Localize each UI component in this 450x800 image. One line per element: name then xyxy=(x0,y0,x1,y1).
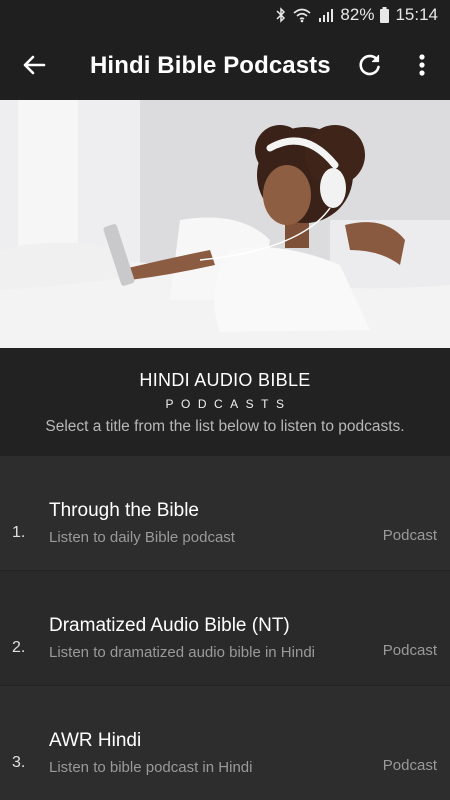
signal-icon xyxy=(318,8,334,22)
list-item-title: Through the Bible xyxy=(49,500,199,521)
header-block: HINDI AUDIO BIBLE PODCASTS Select a titl… xyxy=(0,348,450,456)
status-bar: 82% 15:14 xyxy=(0,0,450,30)
list-item-title: Dramatized Audio Bible (NT) xyxy=(49,615,290,636)
app-bar: Hindi Bible Podcasts xyxy=(0,30,450,100)
battery-percent: 82% xyxy=(340,5,375,24)
clock: 15:14 xyxy=(395,5,438,24)
list-item-tag: Podcast xyxy=(382,757,437,774)
section-subtitle: PODCASTS xyxy=(165,397,292,411)
list-item-subtitle: Listen to bible podcast in Hindi xyxy=(49,759,253,776)
list-item[interactable]: 2. Dramatized Audio Bible (NT) Listen to… xyxy=(0,571,450,686)
wifi-icon xyxy=(292,7,312,23)
podcast-list: 1. Through the Bible Listen to daily Bib… xyxy=(0,456,450,800)
list-item-subtitle: Listen to daily Bible podcast xyxy=(49,529,235,546)
more-vert-icon[interactable] xyxy=(410,51,434,79)
list-item-subtitle: Listen to dramatized audio bible in Hind… xyxy=(49,644,315,661)
section-instruction: Select a title from the list below to li… xyxy=(45,418,405,435)
hero-image xyxy=(0,100,450,348)
list-item-number: 3. xyxy=(12,754,26,771)
list-item-tag: Podcast xyxy=(382,642,437,659)
battery-icon xyxy=(380,7,390,23)
bluetooth-icon xyxy=(276,7,286,23)
woman-listening-headphones-image xyxy=(0,100,450,348)
list-item-tag: Podcast xyxy=(382,527,437,544)
refresh-icon[interactable] xyxy=(356,51,384,79)
list-item-number: 1. xyxy=(12,524,26,541)
back-arrow-icon[interactable] xyxy=(20,51,48,79)
list-item-number: 2. xyxy=(12,639,26,656)
list-item[interactable]: 3. AWR Hindi Listen to bible podcast in … xyxy=(0,686,450,800)
page-title: Hindi Bible Podcasts xyxy=(90,52,331,79)
section-title: HINDI AUDIO BIBLE xyxy=(139,370,311,390)
list-item[interactable]: 1. Through the Bible Listen to daily Bib… xyxy=(0,456,450,571)
list-item-title: AWR Hindi xyxy=(49,730,142,751)
